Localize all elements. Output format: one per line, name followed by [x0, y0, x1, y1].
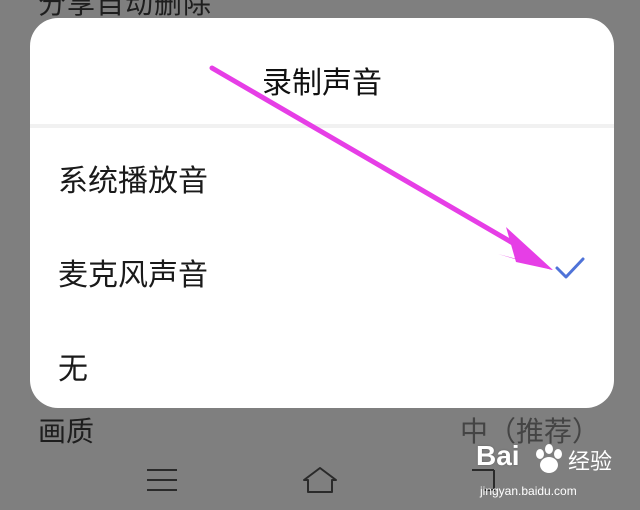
- quality-label: 画质: [38, 415, 95, 448]
- option-microphone-sound[interactable]: 麦克风声音: [30, 222, 614, 316]
- menu-icon: [147, 469, 177, 491]
- option-system-sound[interactable]: 系统播放音: [30, 128, 614, 222]
- dialog-title: 录制声音: [262, 66, 382, 101]
- baidu-watermark: Bai 经验 jingyan.baidu.com: [476, 440, 636, 506]
- option-label: 无: [58, 352, 88, 387]
- home-icon: [303, 467, 337, 493]
- paw-icon: [536, 444, 562, 473]
- home-button[interactable]: [298, 458, 342, 502]
- option-label: 麦克风声音: [58, 258, 208, 293]
- watermark-url: jingyan.baidu.com: [480, 484, 577, 498]
- menu-button[interactable]: [140, 458, 184, 502]
- option-none[interactable]: 无: [30, 316, 614, 408]
- watermark-brand: Bai: [476, 440, 520, 471]
- option-label: 系统播放音: [58, 164, 208, 199]
- watermark-cn: 经验: [568, 450, 613, 475]
- record-sound-dialog: 录制声音 系统播放音 麦克风声音 无: [30, 18, 614, 408]
- checkmark-icon: [555, 257, 585, 279]
